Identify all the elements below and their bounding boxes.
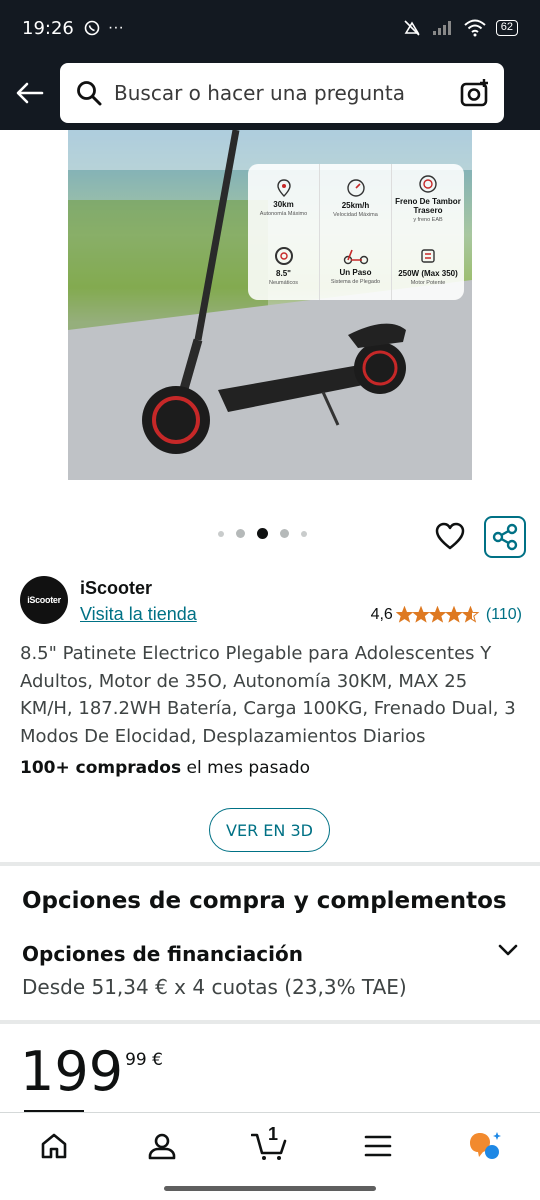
chevron-down-icon: [498, 944, 518, 956]
motor-icon: [421, 249, 435, 263]
mute-icon: [404, 20, 420, 36]
brake-drum-icon: [419, 174, 437, 193]
view-3d-button[interactable]: VER EN 3D: [209, 808, 330, 852]
carousel-dot[interactable]: [301, 530, 307, 537]
scooter-icon: [343, 249, 368, 265]
camera-search-icon[interactable]: [460, 78, 492, 108]
section-divider: [0, 1020, 540, 1024]
gesture-bar: [164, 1186, 376, 1191]
bought-count-rest: el mes pasado: [181, 758, 311, 778]
more-notifications-icon: ···: [107, 19, 124, 36]
spec-item: Un Paso Sistema de Plegado: [320, 232, 392, 300]
carousel-dot[interactable]: [236, 529, 245, 538]
spec-item: 30km Autonomía Máximo: [248, 164, 320, 232]
product-title: 8.5" Patinete Electrico Plegable para Ad…: [20, 643, 516, 747]
star-rating-icon: [395, 606, 480, 623]
status-time: 19:26: [22, 17, 74, 39]
financing-title[interactable]: Opciones de financiación: [22, 942, 303, 966]
share-button[interactable]: [484, 516, 526, 558]
store-name: iScooter: [80, 578, 153, 598]
financing-summary: Desde 51,34 € x 4 cuotas (23,3% TAE): [22, 975, 407, 999]
store-logo[interactable]: iScooter: [20, 576, 68, 624]
cart-count: 1: [268, 1123, 279, 1144]
back-arrow-icon: [16, 82, 44, 104]
speedometer-icon: [346, 179, 365, 197]
wishlist-button[interactable]: [428, 516, 472, 556]
bought-count-bold: 100+ comprados: [20, 758, 182, 778]
back-button[interactable]: [0, 63, 60, 123]
heart-icon: [435, 522, 465, 550]
carousel-dot[interactable]: [280, 529, 289, 538]
rating[interactable]: 4,6 (110): [371, 606, 522, 624]
search-icon: [77, 81, 102, 106]
price: 199 99 €: [20, 1040, 163, 1104]
share-icon: [492, 523, 518, 551]
spec-item: 8.5" Neumáticos: [248, 232, 320, 300]
home-icon: [41, 1133, 67, 1158]
nav-account[interactable]: [132, 1121, 192, 1171]
rufus-icon: [470, 1131, 501, 1159]
visit-store-link[interactable]: Visita la tienda: [80, 604, 197, 625]
bought-count: 100+ comprados el mes pasado: [20, 758, 310, 778]
spec-item: 25km/h Velocidad Máxima: [320, 164, 392, 232]
financing-expand-button[interactable]: [494, 938, 522, 962]
whatsapp-icon: [84, 20, 100, 36]
search-input[interactable]: Buscar o hacer una pregunta: [60, 63, 504, 123]
purchase-options-title: Opciones de compra y complementos: [22, 888, 507, 914]
nav-menu[interactable]: [348, 1121, 408, 1171]
spec-item: 250W (Max 350) Motor Potente: [392, 232, 464, 300]
review-count-link[interactable]: (110): [486, 606, 522, 624]
spec-item: Freno De Tambor Trasero y freno EAB: [392, 164, 464, 232]
battery-indicator: 62: [495, 20, 518, 36]
search-placeholder: Buscar o hacer una pregunta: [114, 81, 405, 105]
status-bar: 19:26 ··· 62: [0, 0, 540, 56]
price-whole: 199: [20, 1040, 124, 1103]
bottom-nav: 1: [0, 1112, 540, 1178]
wifi-icon: [464, 19, 486, 37]
location-pin-icon: [276, 179, 291, 197]
nav-rufus[interactable]: [456, 1121, 516, 1171]
product-image[interactable]: 30km Autonomía Máximo 25km/h Velocidad M…: [68, 130, 472, 480]
tire-icon: [274, 247, 293, 265]
signal-icon: [432, 21, 451, 35]
menu-icon: [364, 1135, 392, 1156]
carousel-dots: [218, 528, 307, 539]
rating-value: 4,6: [370, 606, 393, 623]
section-divider: [0, 862, 540, 866]
account-icon: [148, 1133, 176, 1159]
carousel-dot[interactable]: [218, 530, 224, 537]
nav-home[interactable]: [24, 1121, 84, 1171]
nav-cart[interactable]: 1: [240, 1121, 300, 1171]
app-header: Buscar o hacer una pregunta: [0, 56, 540, 130]
spec-card: 30km Autonomía Máximo 25km/h Velocidad M…: [248, 164, 464, 300]
price-fraction: 99 €: [125, 1050, 163, 1070]
carousel-dot-active[interactable]: [257, 528, 268, 539]
store-row: iScooter iScooter Visita la tienda 4,6 (…: [20, 574, 522, 630]
